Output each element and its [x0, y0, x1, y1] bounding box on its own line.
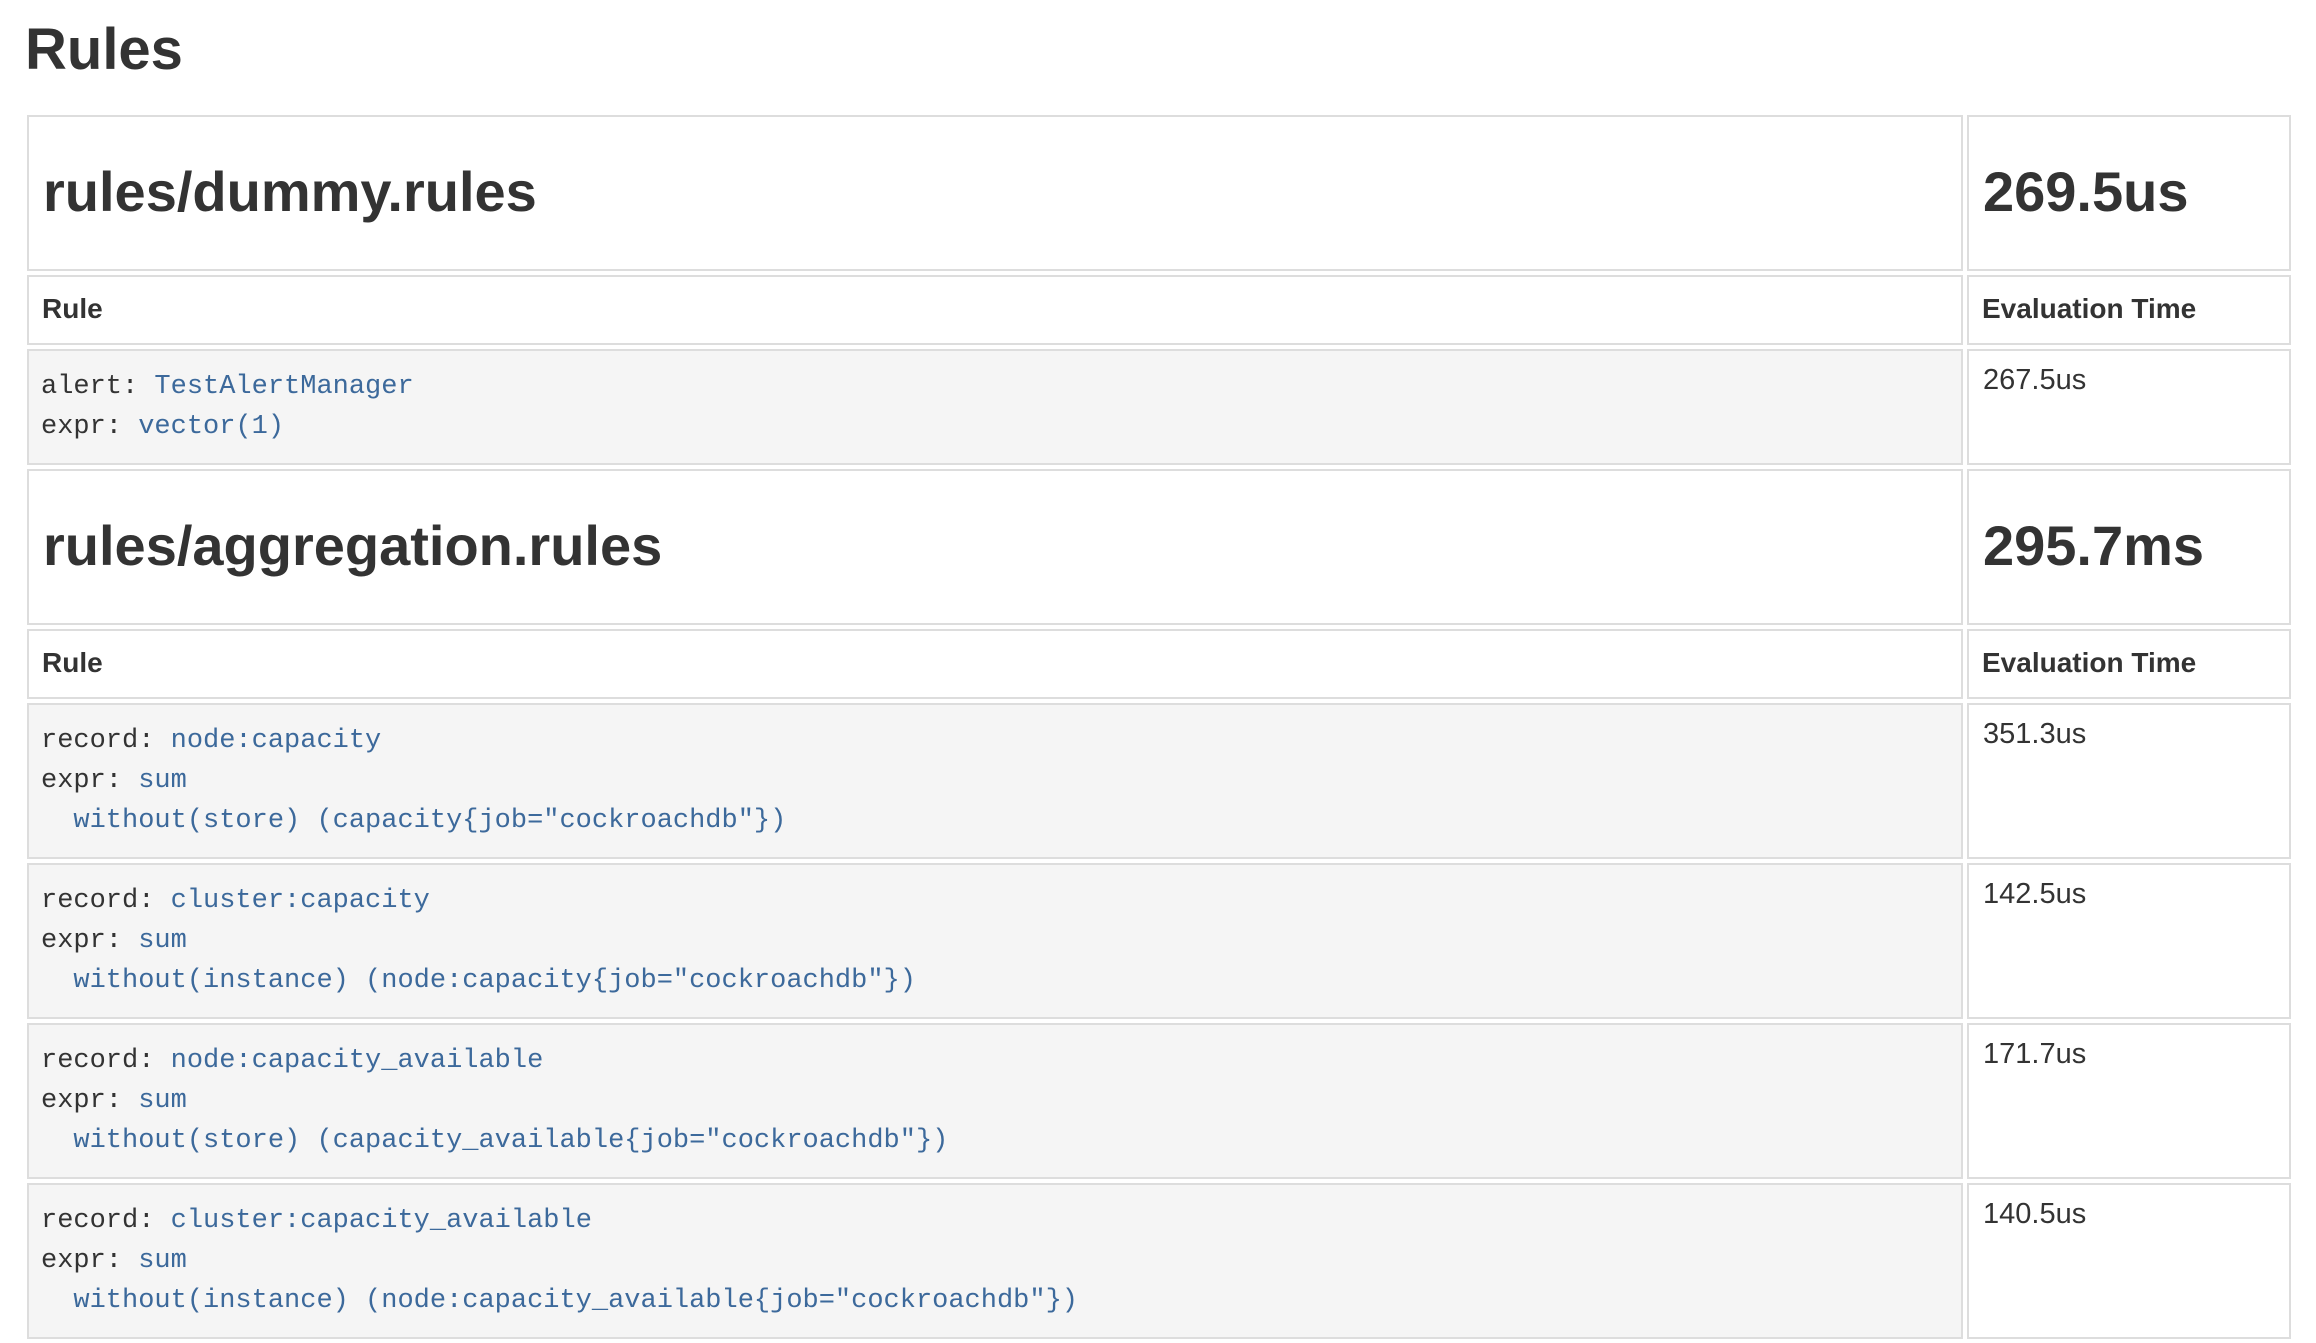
rule-expression-link[interactable]: cluster:capacity_available [171, 1206, 592, 1236]
rule-code-key: record: [41, 1206, 171, 1236]
rule-evaluation-time: 267.5us [1967, 349, 2291, 465]
rule-group-file-cell: rules/aggregation.rules [27, 469, 1963, 625]
rules-table: rules/dummy.rules269.5usRuleEvaluation T… [23, 111, 2295, 1343]
rule-code-key: expr: [41, 1246, 138, 1276]
rule-evaluation-time: 351.3us [1967, 703, 2291, 859]
rule-code-key: expr: [41, 412, 138, 442]
rule-code-key: record: [41, 726, 171, 756]
rule-expression-link[interactable]: TestAlertManager [154, 372, 413, 402]
rule-code-key: record: [41, 886, 171, 916]
rule-code-block: record: node:capacity_available expr: su… [29, 1025, 1961, 1177]
rule-code-key: record: [41, 1046, 171, 1076]
rule-expression-link[interactable]: cluster:capacity [171, 886, 430, 916]
rule-row: record: cluster:capacity expr: sum witho… [27, 863, 2291, 1019]
rule-code-block: record: cluster:capacity expr: sum witho… [29, 865, 1961, 1017]
rule-definition-cell: record: cluster:capacity expr: sum witho… [27, 863, 1963, 1019]
rule-row: record: node:capacity_available expr: su… [27, 1023, 2291, 1179]
rule-group-time-cell: 269.5us [1967, 115, 2291, 271]
rule-group-header-row: rules/aggregation.rules295.7ms [27, 469, 2291, 625]
rule-row: record: cluster:capacity_available expr:… [27, 1183, 2291, 1339]
rule-code-key: expr: [41, 926, 138, 956]
rule-code-key: alert: [41, 372, 154, 402]
rule-group-evaluation-time: 295.7ms [1970, 472, 2288, 622]
rule-expression-link[interactable]: node:capacity_available [171, 1046, 544, 1076]
rule-expression-link[interactable]: sum without(instance) (node:capacity_ava… [41, 1246, 1078, 1316]
rule-expression-link[interactable]: sum without(store) (capacity{job="cockro… [41, 766, 786, 836]
rule-code-key: expr: [41, 1086, 138, 1116]
rule-group-evaluation-time: 269.5us [1970, 118, 2288, 268]
rule-definition-cell: record: node:capacity_available expr: su… [27, 1023, 1963, 1179]
rule-definition-cell: record: cluster:capacity_available expr:… [27, 1183, 1963, 1339]
rule-expression-link[interactable]: sum without(store) (capacity_available{j… [41, 1086, 948, 1156]
rule-column-header: Rule [27, 629, 1963, 699]
rule-column-header: Rule [27, 275, 1963, 345]
rule-expression-link[interactable]: vector(1) [138, 412, 284, 442]
rule-group-file: rules/aggregation.rules [30, 472, 1960, 622]
rule-group-header-row: rules/dummy.rules269.5us [27, 115, 2291, 271]
evaluation-time-column-header: Evaluation Time [1967, 275, 2291, 345]
rule-group-time-cell: 295.7ms [1967, 469, 2291, 625]
rule-row: alert: TestAlertManager expr: vector(1)2… [27, 349, 2291, 465]
column-header-row: RuleEvaluation Time [27, 629, 2291, 699]
evaluation-time-column-header: Evaluation Time [1967, 629, 2291, 699]
page-title: Rules [25, 14, 2316, 87]
column-header-row: RuleEvaluation Time [27, 275, 2291, 345]
rule-code-block: record: cluster:capacity_available expr:… [29, 1185, 1961, 1337]
rule-group-file-cell: rules/dummy.rules [27, 115, 1963, 271]
rule-expression-link[interactable]: node:capacity [171, 726, 382, 756]
rule-evaluation-time: 140.5us [1967, 1183, 2291, 1339]
rule-code-block: alert: TestAlertManager expr: vector(1) [29, 351, 1961, 463]
rule-evaluation-time: 142.5us [1967, 863, 2291, 1019]
rule-definition-cell: alert: TestAlertManager expr: vector(1) [27, 349, 1963, 465]
rule-group-file: rules/dummy.rules [30, 118, 1960, 268]
rule-row: record: node:capacity expr: sum without(… [27, 703, 2291, 859]
rule-code-key: expr: [41, 766, 138, 796]
rule-expression-link[interactable]: sum without(instance) (node:capacity{job… [41, 926, 916, 996]
rule-evaluation-time: 171.7us [1967, 1023, 2291, 1179]
rule-code-block: record: node:capacity expr: sum without(… [29, 705, 1961, 857]
rule-definition-cell: record: node:capacity expr: sum without(… [27, 703, 1963, 859]
